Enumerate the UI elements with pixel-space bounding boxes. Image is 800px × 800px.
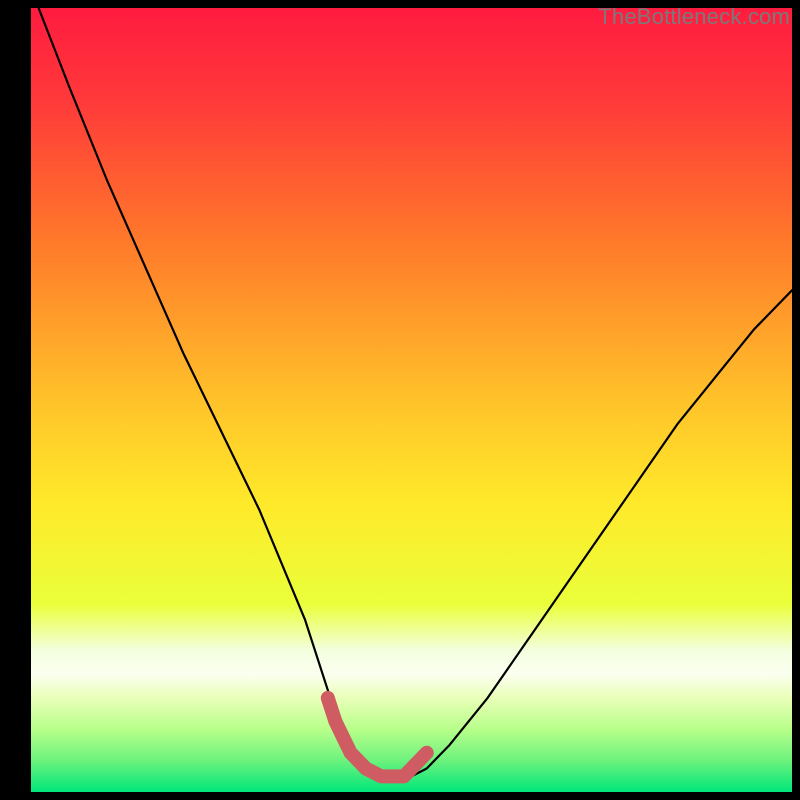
chart-frame: TheBottleneck.com [0, 0, 800, 800]
bottleneck-chart [31, 8, 792, 792]
gradient-background [31, 8, 792, 792]
